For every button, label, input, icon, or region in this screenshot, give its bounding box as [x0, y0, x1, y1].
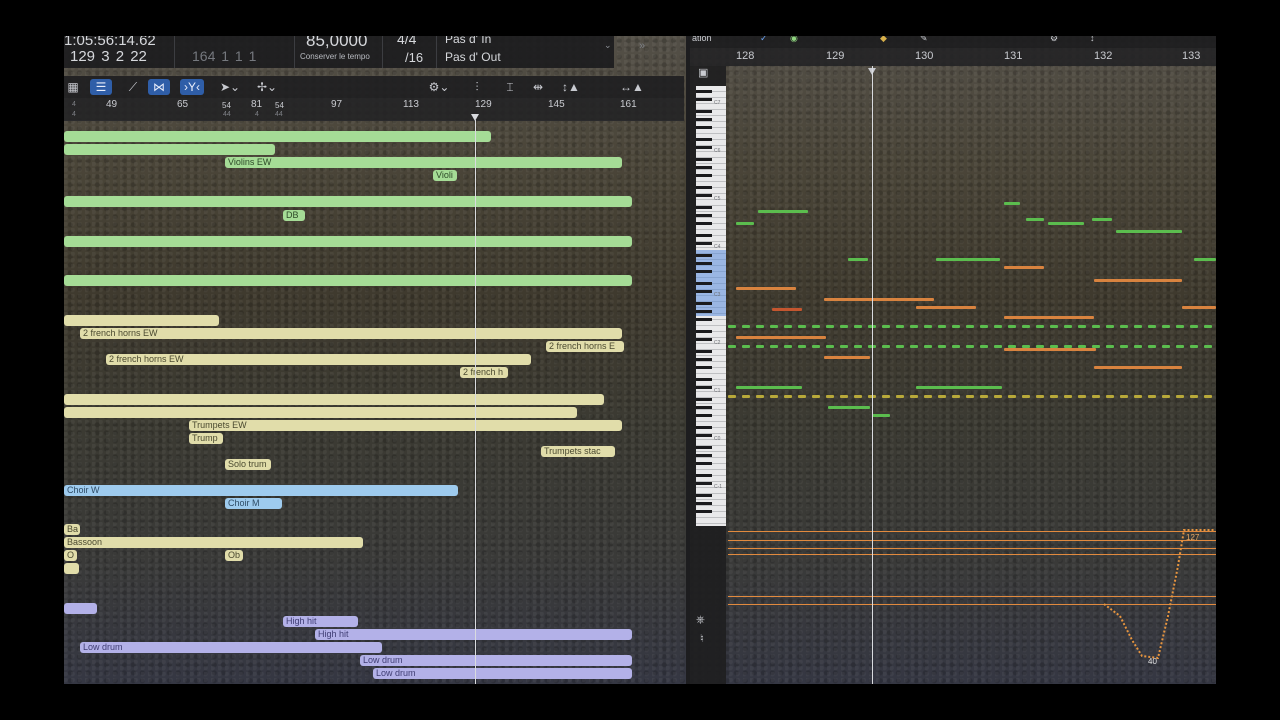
automation-curve[interactable] — [64, 36, 1216, 684]
screenshot-frame: 1:05:56:14.62 129 3 2 22 164 1 1 1 85,00… — [64, 36, 1216, 684]
automation-min-label: 40 — [1148, 657, 1157, 666]
editor-playhead-line[interactable] — [872, 66, 873, 684]
automation-max-label: 127 — [1186, 533, 1200, 542]
